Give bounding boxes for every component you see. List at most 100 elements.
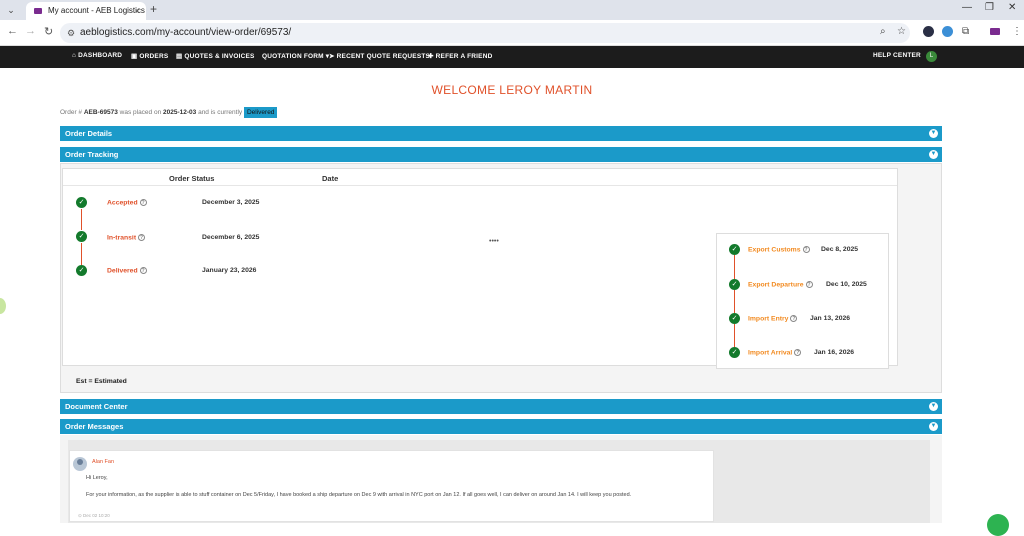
nav-help-center[interactable]: HELP CENTER [873, 52, 921, 59]
help-icon[interactable]: ? [139, 267, 147, 274]
timeline-connector [734, 255, 735, 279]
help-icon[interactable]: ? [138, 234, 146, 241]
step-delivered: Delivered? [107, 267, 147, 274]
order-details-header[interactable]: Order Details ▼ [60, 126, 942, 141]
expand-dots[interactable]: •••• [489, 238, 499, 245]
maximize-icon[interactable]: ❐ [985, 2, 994, 13]
nav-orders[interactable]: ▣ ORDERS [131, 52, 168, 60]
order-messages-panel: Alan Fan Hi Leroy, For your information,… [60, 435, 942, 523]
author-avatar [73, 457, 87, 471]
nav-recent-quote-requests[interactable]: ➤ RECENT QUOTE REQUESTS [329, 52, 430, 60]
back-icon[interactable]: ← [7, 25, 18, 37]
nav-refer-a-friend[interactable]: ✚ REFER A FRIEND [428, 52, 493, 60]
message-author: Alan Fan [92, 459, 115, 465]
section-title: Order Messages [65, 422, 124, 431]
nav-quotation-form[interactable]: QUOTATION FORM ▾ [262, 52, 329, 60]
extensions-puzzle-icon[interactable]: ⧉ [962, 26, 969, 37]
order-messages-header[interactable]: Order Messages ▼ [60, 419, 942, 434]
chat-button[interactable] [987, 514, 1009, 536]
status-badge: Delivered [243, 107, 278, 118]
site-favicon-icon [34, 8, 42, 14]
tracking-table: Order Status Date ✓ ✓ ✓ Accepted? Decemb… [62, 168, 898, 369]
col-date: Date [322, 174, 339, 183]
section-title: Order Tracking [65, 150, 119, 159]
url-field[interactable]: ⚙ aeblogistics.com/my-account/view-order… [60, 23, 910, 43]
chevron-down-icon: ▼ [929, 422, 938, 431]
order-number: AEB-69573 [83, 109, 118, 116]
side-decoration [0, 298, 6, 314]
check-icon: ✓ [76, 197, 87, 208]
browser-tab[interactable]: My account - AEB Logistics × [26, 2, 146, 20]
timeline-connector [81, 209, 82, 230]
window-close-icon[interactable]: ✕ [1008, 2, 1016, 13]
nav-quotes-label: QUOTES & INVOICES [184, 53, 255, 60]
order-summary-line: Order # AEB-69573 was placed on 2025-12-… [60, 107, 278, 118]
forward-icon: → [25, 25, 36, 37]
message-time-text: Dec 02 10:20 [83, 513, 110, 518]
placed-date: 2025-12-03 [163, 109, 197, 116]
document-center-header[interactable]: Document Center ▼ [60, 399, 942, 414]
help-icon[interactable]: ? [794, 349, 802, 356]
browser-menu-icon[interactable]: ⋮ [1012, 26, 1022, 37]
chevron-down-icon: ▼ [929, 402, 938, 411]
site-navigation: ⌂ DASHBOARD ▣ ORDERS ▤ QUOTES & INVOICES… [0, 46, 1024, 68]
step-label: In-transit [107, 234, 137, 242]
nav-orders-label: ORDERS [139, 53, 169, 60]
step-label: Delivered [107, 267, 138, 275]
bookmark-star-icon[interactable]: ☆ [897, 26, 906, 37]
timeline-connector [734, 324, 735, 347]
order-tracking-header[interactable]: Order Tracking ▼ [60, 147, 942, 162]
nav-dashboard[interactable]: ⌂ DASHBOARD [72, 52, 122, 59]
help-icon[interactable]: ? [802, 246, 810, 253]
tab-search-icon[interactable]: ⌄ [4, 3, 18, 17]
step-date: December 6, 2025 [202, 234, 260, 241]
reload-icon[interactable]: ↻ [44, 25, 53, 38]
estimated-note: Est = Estimated [76, 378, 127, 385]
extension-icon[interactable] [923, 26, 934, 37]
check-icon: ✓ [729, 244, 740, 255]
check-icon: ✓ [76, 265, 87, 276]
substep-export-departure: Export Departure? [748, 281, 813, 288]
order-prefix: Order # [60, 109, 83, 116]
substep-label: Import Entry [748, 315, 789, 323]
browser-tab-bar: ⌄ My account - AEB Logistics × + — ❐ ✕ [0, 0, 1024, 20]
nav-quotes-invoices[interactable]: ▤ QUOTES & INVOICES [176, 52, 255, 60]
col-order-status: Order Status [169, 174, 215, 183]
message-body: For your information, as the supplier is… [86, 492, 632, 498]
address-bar-row: ← → ↻ ⚙ aeblogistics.com/my-account/view… [0, 20, 1024, 46]
step-label: Accepted [107, 199, 138, 207]
profile-icon[interactable] [990, 28, 1000, 35]
help-icon[interactable]: ? [790, 315, 798, 322]
minimize-icon[interactable]: — [962, 2, 972, 13]
tab-title: My account - AEB Logistics [48, 6, 145, 15]
nav-dashboard-label: DASHBOARD [78, 52, 123, 59]
site-info-icon[interactable]: ⚙ [67, 23, 75, 43]
extension-icon[interactable] [942, 26, 953, 37]
nav-refer-label: REFER A FRIEND [435, 53, 493, 60]
step-date: January 23, 2026 [202, 267, 257, 274]
tab-close-icon[interactable]: × [135, 2, 140, 20]
substep-label: Export Departure [748, 281, 804, 289]
messages-scroll-area[interactable]: Alan Fan Hi Leroy, For your information,… [68, 440, 930, 523]
substep-label: Import Arrival [748, 349, 793, 357]
chevron-down-icon: ▼ [929, 150, 938, 159]
chevron-down-icon: ▼ [929, 129, 938, 138]
help-icon[interactable]: ? [139, 199, 147, 206]
welcome-heading: WELCOME LEROY MARTIN [431, 83, 593, 97]
check-icon: ✓ [76, 231, 87, 242]
help-icon[interactable]: ? [805, 281, 813, 288]
step-accepted: Accepted? [107, 199, 147, 206]
step-date: December 3, 2025 [202, 199, 260, 206]
message-card: Alan Fan Hi Leroy, For your information,… [69, 450, 714, 522]
zoom-icon[interactable]: ⌕ [880, 26, 886, 37]
check-icon: ✓ [729, 279, 740, 290]
message-greeting: Hi Leroy, [86, 475, 108, 481]
substep-import-entry: Import Entry? [748, 315, 798, 323]
step-in-transit: In-transit? [107, 234, 146, 242]
timeline-connector [81, 243, 82, 265]
substep-date: Dec 8, 2025 [821, 246, 859, 253]
user-avatar[interactable]: L [926, 51, 937, 62]
new-tab-icon[interactable]: + [150, 2, 157, 16]
transit-substeps: ✓ ✓ ✓ ✓ Export Customs? Dec 8, 2025 Expo… [716, 233, 889, 369]
substep-import-arrival: Import Arrival? [748, 349, 802, 357]
